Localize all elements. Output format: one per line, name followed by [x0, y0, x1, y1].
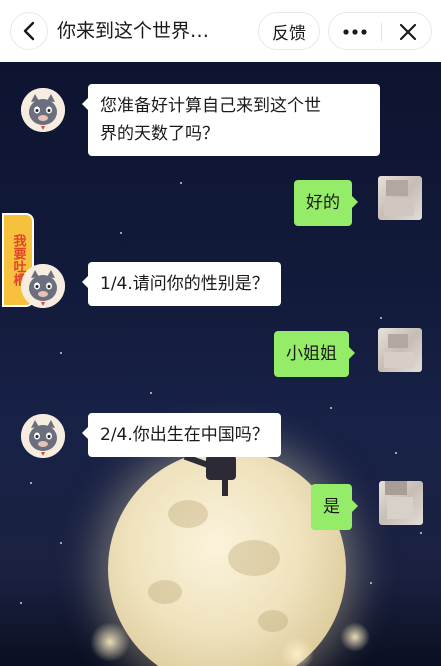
avatar-blur-block — [386, 180, 408, 196]
sitting-figure-leg — [222, 474, 228, 496]
top-bar: 你来到这个世界… 反馈 — [0, 0, 441, 62]
cat-avatar-icon — [21, 88, 65, 132]
back-button[interactable] — [10, 12, 48, 50]
star — [150, 392, 152, 394]
moon-crater — [258, 610, 288, 632]
avatar-blur-block — [384, 352, 414, 368]
star — [60, 352, 62, 354]
user-message-bubble[interactable]: 小姐姐 — [274, 331, 355, 377]
chevron-left-icon — [23, 21, 35, 41]
avatar-blur-block — [384, 198, 414, 216]
page-title: 你来到这个世界… — [57, 20, 210, 42]
bot-avatar[interactable] — [21, 88, 65, 132]
light-glow — [90, 622, 130, 662]
star — [120, 232, 122, 234]
star — [20, 602, 22, 604]
more-button[interactable] — [329, 13, 381, 51]
message-text: 2/4.你出生在中国吗？ — [100, 425, 269, 445]
feedback-button[interactable]: 反馈 — [258, 12, 320, 50]
message-text: 是 — [323, 497, 340, 517]
cat-avatar-icon — [21, 414, 65, 458]
avatar-blur-block — [388, 334, 408, 348]
star — [330, 407, 332, 409]
star — [380, 317, 382, 319]
message-text: 您准备好计算自己来到这个世 — [100, 96, 321, 116]
close-button[interactable] — [382, 13, 433, 51]
star — [180, 182, 182, 184]
miniprogram-capsule — [328, 12, 432, 50]
close-icon — [399, 23, 416, 41]
star — [30, 482, 32, 484]
bot-message-bubble[interactable]: 2/4.你出生在中国吗？ — [82, 413, 281, 457]
bot-message-bubble[interactable]: 1/4.请问你的性别是？ — [82, 262, 281, 306]
message-text: 界的天数了吗？ — [100, 124, 219, 144]
moon-crater — [228, 540, 280, 576]
star — [420, 532, 422, 534]
message-text: 好的 — [306, 193, 340, 213]
star — [60, 542, 62, 544]
star — [395, 452, 397, 454]
moon-crater — [168, 500, 208, 528]
user-message-bubble[interactable]: 是 — [311, 484, 358, 530]
bot-avatar[interactable] — [21, 264, 65, 308]
user-avatar[interactable] — [378, 176, 422, 220]
bot-avatar[interactable] — [21, 414, 65, 458]
user-avatar[interactable] — [378, 328, 422, 372]
avatar-blur-block — [387, 497, 413, 519]
light-glow — [340, 622, 370, 652]
message-text: 小姐姐 — [286, 344, 337, 364]
light-glow — [280, 637, 314, 666]
user-avatar[interactable] — [379, 481, 423, 525]
message-text: 1/4.请问你的性别是？ — [100, 274, 269, 294]
moon-crater — [148, 580, 182, 604]
user-message-bubble[interactable]: 好的 — [294, 180, 358, 226]
bot-message-bubble[interactable]: 您准备好计算自己来到这个世 界的天数了吗？ — [82, 84, 380, 156]
ellipsis-icon — [343, 29, 367, 35]
avatar-blur-block — [385, 481, 407, 495]
cat-avatar-icon — [21, 264, 65, 308]
star — [370, 582, 372, 584]
